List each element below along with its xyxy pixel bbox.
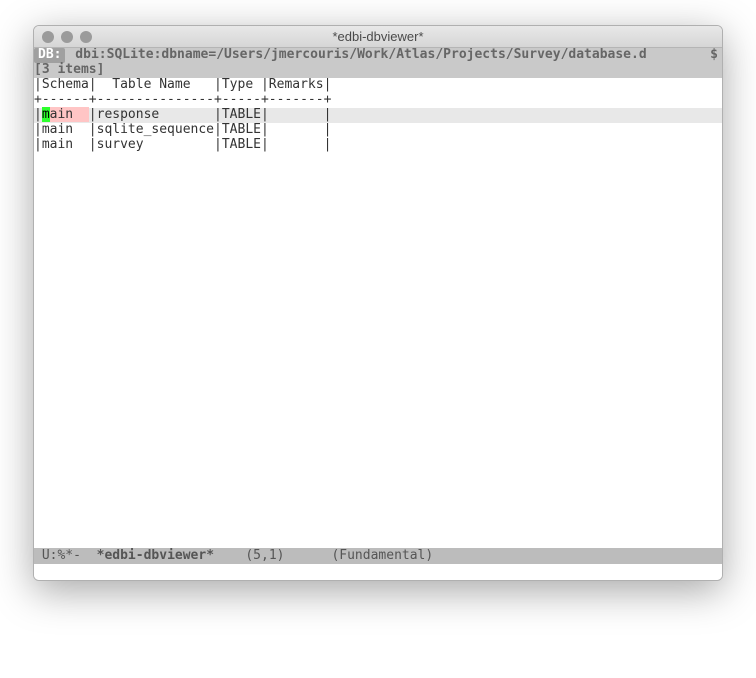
truncation-indicator: $ bbox=[710, 48, 722, 63]
buffer-area[interactable]: DB: dbi:SQLite:dbname=/Users/jmercouris/… bbox=[34, 48, 722, 548]
db-connection-string: dbi:SQLite:dbname=/Users/jmercouris/Work… bbox=[67, 48, 710, 63]
table-row[interactable]: |main |survey |TABLE| | bbox=[34, 138, 722, 153]
titlebar[interactable]: *edbi-dbviewer* bbox=[34, 26, 722, 48]
items-count: [3 items] bbox=[34, 63, 722, 78]
table-divider: +------+---------------+-----+-------+ bbox=[34, 93, 722, 108]
modeline-mode: (Fundamental) bbox=[331, 548, 433, 563]
cursor: m bbox=[42, 107, 50, 122]
db-label: DB: bbox=[34, 48, 65, 63]
table-row[interactable]: |main |sqlite_sequence|TABLE| | bbox=[34, 123, 722, 138]
schema-cell-highlighted: main bbox=[42, 107, 89, 122]
minibuffer[interactable] bbox=[34, 564, 722, 580]
close-icon[interactable] bbox=[42, 31, 54, 43]
zoom-icon[interactable] bbox=[80, 31, 92, 43]
window-title: *edbi-dbviewer* bbox=[34, 29, 722, 44]
table-row[interactable]: |main |response |TABLE| | bbox=[34, 108, 722, 123]
db-connection-line: DB: dbi:SQLite:dbname=/Users/jmercouris/… bbox=[34, 48, 722, 63]
minimize-icon[interactable] bbox=[61, 31, 73, 43]
row-rest: |response |TABLE| | bbox=[89, 107, 332, 122]
table-header-row: |Schema| Table Name |Type |Remarks| bbox=[34, 78, 722, 93]
modeline: U:%*- *edbi-dbviewer* (5,1) (Fundamental… bbox=[34, 548, 722, 564]
app-window: *edbi-dbviewer* DB: dbi:SQLite:dbname=/U… bbox=[33, 25, 723, 581]
window-controls bbox=[42, 31, 92, 43]
modeline-position: (5,1) bbox=[245, 548, 284, 563]
modeline-buffer-name: *edbi-dbviewer* bbox=[97, 548, 214, 563]
